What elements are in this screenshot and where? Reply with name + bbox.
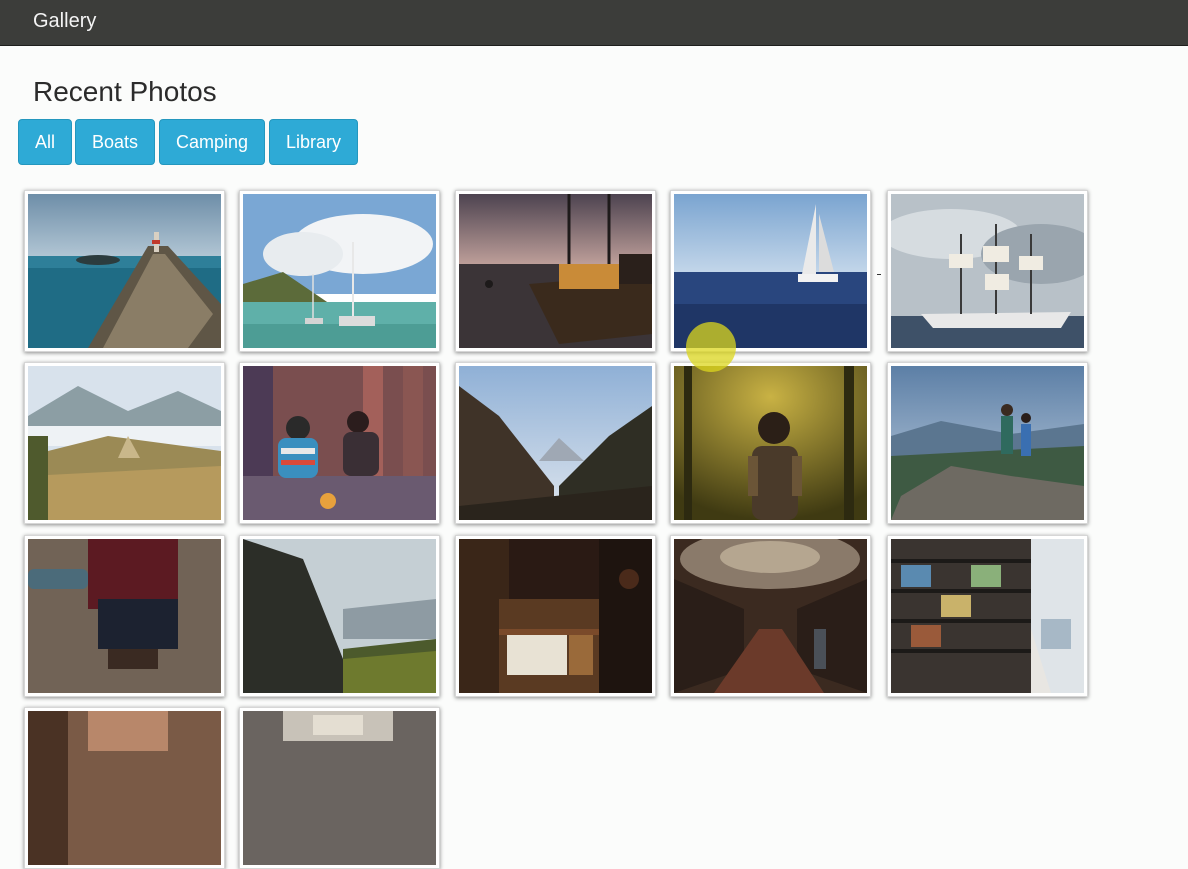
baroque-library-photo xyxy=(674,539,867,693)
filter-all-button[interactable]: All xyxy=(18,119,72,165)
photo-thumbnail[interactable] xyxy=(239,535,440,697)
summit-couple-photo xyxy=(891,366,1084,520)
filter-boats-button[interactable]: Boats xyxy=(75,119,155,165)
tall-ship-photo xyxy=(891,194,1084,348)
photo-thumbnail[interactable] xyxy=(24,362,225,524)
thermos-camper-photo xyxy=(28,539,221,693)
campfire-friends-photo xyxy=(243,366,436,520)
longtail-boat-photo xyxy=(28,194,221,348)
forest-valley-photo xyxy=(459,366,652,520)
wooden-boat-dusk-photo xyxy=(459,194,652,348)
page-title: Recent Photos xyxy=(33,76,217,107)
forest-hiker-photo xyxy=(674,366,867,520)
sailboat-open-sea-photo xyxy=(674,194,867,348)
filter-library-button[interactable]: Library xyxy=(269,119,358,165)
cliff-valley-photo xyxy=(243,539,436,693)
photo-thumbnail[interactable] xyxy=(887,190,1088,352)
sailboats-bay-photo xyxy=(243,194,436,348)
photo-thumbnail[interactable] xyxy=(670,362,871,524)
library-interior-photo xyxy=(243,711,436,865)
modern-library-aisle-photo xyxy=(891,539,1084,693)
library-shelves-photo xyxy=(28,711,221,865)
dark-bookshelf-photo xyxy=(459,539,652,693)
photo-thumbnail[interactable] xyxy=(24,535,225,697)
photo-thumbnail[interactable] xyxy=(239,362,440,524)
photo-thumbnail[interactable] xyxy=(670,535,871,697)
misty-mountain-tent-photo xyxy=(28,366,221,520)
brand-link[interactable]: Gallery xyxy=(33,10,96,33)
filter-camping-button[interactable]: Camping xyxy=(159,119,265,165)
photo-thumbnail[interactable] xyxy=(887,362,1088,524)
photo-thumbnail[interactable] xyxy=(455,362,656,524)
photo-thumbnail[interactable] xyxy=(455,190,656,352)
photo-thumbnail[interactable] xyxy=(239,190,440,352)
photo-thumbnail[interactable] xyxy=(670,190,871,352)
stray-mark xyxy=(877,274,881,275)
photo-thumbnail[interactable] xyxy=(239,707,440,869)
navbar: Gallery xyxy=(0,0,1188,46)
photo-grid xyxy=(0,0,1188,869)
photo-thumbnail[interactable] xyxy=(24,707,225,869)
photo-thumbnail[interactable] xyxy=(455,535,656,697)
photo-thumbnail[interactable] xyxy=(887,535,1088,697)
photo-thumbnail[interactable] xyxy=(24,190,225,352)
